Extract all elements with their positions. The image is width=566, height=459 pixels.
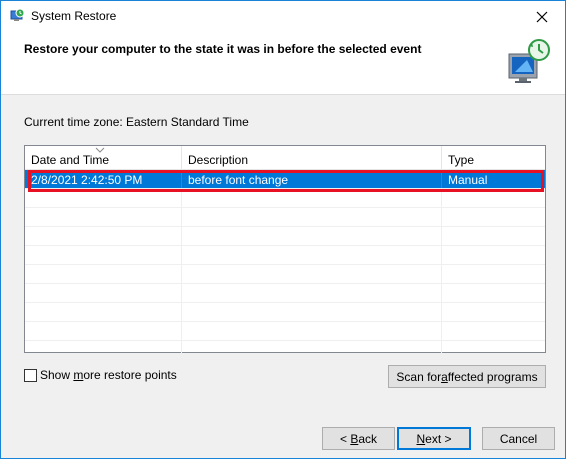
empty-row bbox=[25, 227, 545, 246]
empty-row bbox=[25, 303, 545, 322]
empty-row bbox=[25, 189, 545, 208]
monitor-restore-clock-icon bbox=[507, 38, 551, 84]
wizard-header: Restore your computer to the state it wa… bbox=[1, 32, 565, 95]
title-bar: System Restore bbox=[1, 1, 565, 32]
system-restore-window: System Restore Restore your computer to … bbox=[0, 0, 566, 459]
empty-row bbox=[25, 284, 545, 303]
empty-row bbox=[25, 208, 545, 227]
scan-affected-programs-button[interactable]: Scan for a ffected programs bbox=[388, 365, 546, 388]
close-icon bbox=[536, 11, 548, 22]
sort-down-icon bbox=[95, 147, 105, 153]
restore-points-list[interactable]: Date and Time Description Type 2/8/2021 … bbox=[24, 145, 546, 360]
close-button[interactable] bbox=[519, 1, 565, 32]
list-rows: 2/8/2021 2:42:50 PM before font change M… bbox=[25, 170, 545, 360]
show-more-restore-points[interactable]: Show more restore points bbox=[24, 368, 177, 382]
column-label: Description bbox=[188, 153, 249, 167]
back-button[interactable]: < Back bbox=[322, 427, 395, 450]
empty-row bbox=[25, 265, 545, 284]
empty-row bbox=[25, 341, 545, 360]
column-header-description[interactable]: Description bbox=[182, 146, 442, 170]
cell-description: before font change bbox=[182, 170, 442, 188]
show-more-label: Show more restore points bbox=[40, 368, 177, 382]
table-row[interactable]: 2/8/2021 2:42:50 PM before font change M… bbox=[25, 170, 545, 189]
system-restore-icon bbox=[9, 8, 25, 24]
cell-type: Manual bbox=[448, 173, 488, 187]
list-header: Date and Time Description Type bbox=[25, 146, 545, 170]
empty-row bbox=[25, 246, 545, 265]
timezone-label: Current time zone: Eastern Standard Time bbox=[24, 115, 249, 129]
next-button[interactable]: Next > bbox=[397, 427, 471, 450]
empty-row bbox=[25, 322, 545, 341]
cancel-button[interactable]: Cancel bbox=[482, 427, 555, 450]
column-label: Date and Time bbox=[31, 153, 110, 167]
cell-date-time: 2/8/2021 2:42:50 PM bbox=[25, 170, 182, 188]
page-title: Restore your computer to the state it wa… bbox=[24, 42, 422, 56]
show-more-checkbox[interactable] bbox=[24, 368, 37, 382]
column-header-date-time[interactable]: Date and Time bbox=[25, 146, 182, 170]
window-title: System Restore bbox=[31, 9, 117, 23]
column-header-type[interactable]: Type bbox=[442, 146, 545, 170]
column-label: Type bbox=[448, 153, 475, 167]
